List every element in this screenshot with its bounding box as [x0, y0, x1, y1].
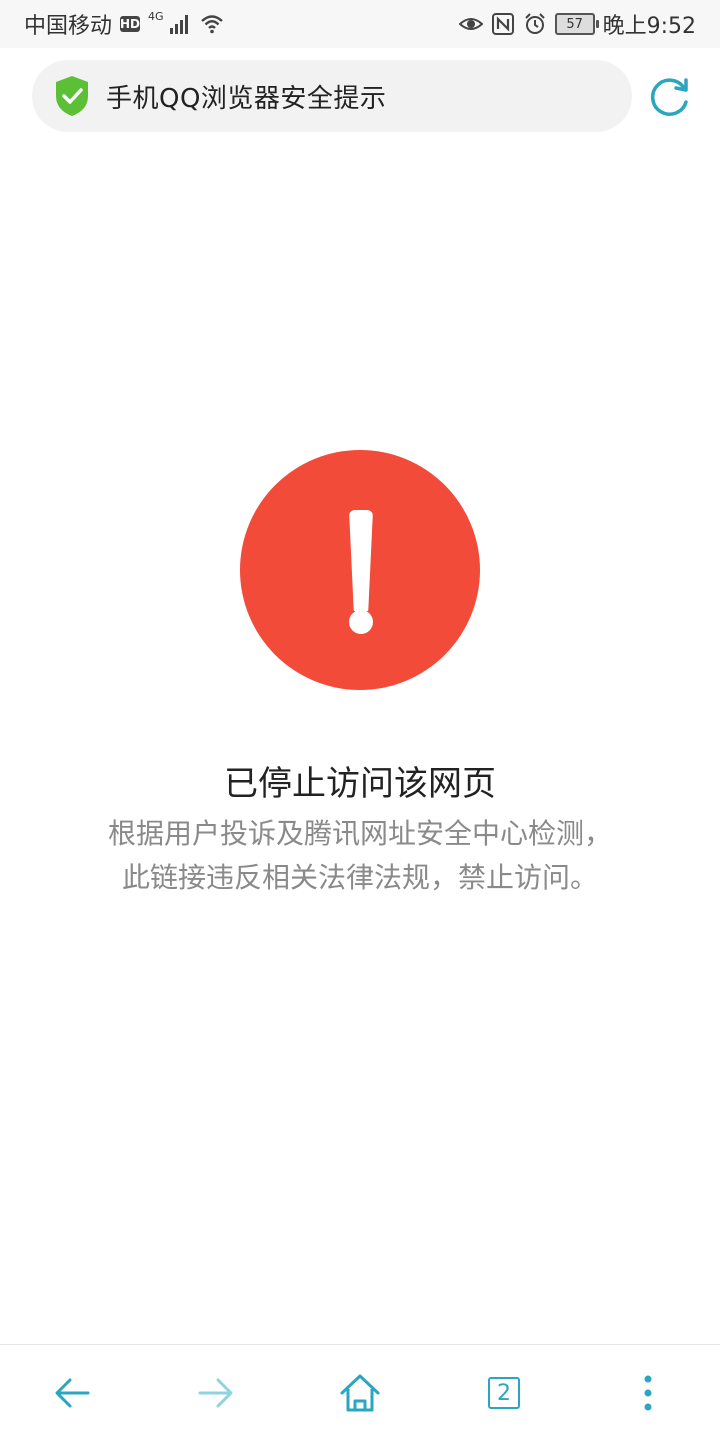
exclamation-bar	[349, 510, 373, 612]
battery-icon: 57	[554, 13, 599, 35]
shield-check-icon	[56, 76, 88, 116]
exclamation-dot	[349, 610, 373, 634]
back-button[interactable]	[50, 1371, 94, 1415]
forward-button[interactable]	[194, 1371, 238, 1415]
refresh-icon[interactable]	[646, 74, 692, 120]
exclamation-icon	[240, 450, 480, 690]
tabs-button[interactable]: 2	[482, 1371, 526, 1415]
network-type-label: 4G	[148, 9, 164, 23]
status-bar: 中国移动 HD 4G 57 晚上9:52	[0, 0, 720, 48]
signal-icon	[169, 15, 188, 34]
clock-label: 晚上9:52	[602, 14, 696, 39]
home-button[interactable]	[338, 1371, 382, 1415]
address-bar[interactable]: 手机QQ浏览器安全提示	[32, 60, 632, 132]
warning-line-1: 根据用户投诉及腾讯网址安全中心检测，	[107, 817, 612, 850]
address-text: 手机QQ浏览器安全提示	[106, 83, 387, 114]
carrier-label: 中国移动	[24, 14, 113, 39]
forward-arrow-icon	[198, 1378, 233, 1408]
tabs-icon: 2	[488, 1377, 520, 1409]
status-bar-right: 57 晚上9:52	[435, 8, 720, 40]
wifi-icon	[200, 15, 223, 34]
home-icon	[340, 1374, 380, 1412]
more-menu-button[interactable]	[626, 1371, 670, 1415]
hd-badge: HD	[120, 16, 141, 32]
back-arrow-icon	[55, 1378, 90, 1408]
warning-description: 根据用户投诉及腾讯网址安全中心检测， 此链接违反相关法律法规，禁止访问。	[60, 812, 660, 900]
status-bar-left: 中国移动 HD 4G	[0, 8, 248, 40]
warning-title: 已停止访问该网页	[224, 764, 496, 804]
warning-line-2: 此链接违反相关法律法规，禁止访问。	[121, 861, 598, 894]
bottom-toolbar: 2	[0, 1344, 720, 1441]
more-menu-icon	[644, 1375, 652, 1411]
alarm-icon	[524, 13, 545, 34]
nfc-icon	[491, 13, 514, 35]
eye-icon	[458, 18, 483, 30]
